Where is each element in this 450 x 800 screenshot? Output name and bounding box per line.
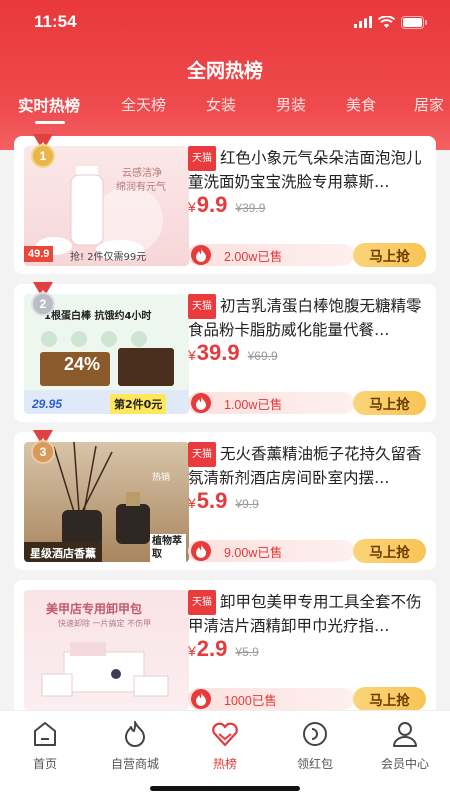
sold-bar: 9.00w已售 xyxy=(188,540,354,562)
image-text-b: 植物萃取 xyxy=(150,534,186,562)
medal-icon: 1 xyxy=(31,144,55,168)
sold-bar: 2.00w已售 xyxy=(188,244,354,266)
medal-icon: 2 xyxy=(31,292,55,316)
product-title-text: 无火香薰精油栀子花持久留香氛清新剂酒店房间卧室内摆… xyxy=(188,445,422,487)
sold-count: 1000已售 xyxy=(224,693,277,708)
tabbar-item-mall[interactable]: 自营商城 xyxy=(95,719,175,772)
home-icon xyxy=(34,722,56,746)
sold-count: 9.00w已售 xyxy=(224,545,283,560)
tmall-badge: 天猫 xyxy=(188,146,216,171)
tabbar-label: 会员中心 xyxy=(380,757,429,771)
product-image[interactable]: 美甲店专用卸甲包 快速卸除 一片搞定 不伤甲 xyxy=(24,590,189,710)
status-time: 11:54 xyxy=(34,12,77,31)
home-indicator xyxy=(150,786,300,791)
product-title[interactable]: 天猫 卸甲包美甲专用工具全套不伤甲清洁片酒精卸甲巾光疗指… xyxy=(188,590,426,638)
product-price: 2.9 xyxy=(196,636,228,661)
image-caption: 第2件0元 xyxy=(110,394,167,414)
fire-icon xyxy=(191,245,211,265)
sold-bar: 1.00w已售 xyxy=(188,392,354,414)
price-row: ¥ 2.9 ¥5.9 xyxy=(188,636,259,662)
tab-all-day[interactable]: 全天榜 xyxy=(121,94,166,115)
buy-now-button[interactable]: 马上抢 xyxy=(353,391,426,415)
sold-bar: 1000已售 xyxy=(188,688,354,710)
fire-icon xyxy=(191,689,211,709)
product-title[interactable]: 天猫 无火香薰精油栀子花持久留香氛清新剂酒店房间卧室内摆… xyxy=(188,442,426,490)
product-card[interactable]: 热销 星级酒店香薰 植物萃取 3 天猫 无火香薰精油栀子花持久留香氛清新剂酒店房间… xyxy=(14,430,436,570)
flame-icon xyxy=(125,721,145,747)
tabbar-item-coupon[interactable]: 领红包 xyxy=(275,719,355,772)
buy-now-button[interactable]: 马上抢 xyxy=(353,687,426,711)
product-card[interactable]: 1根蛋白棒 抗饿约4小时 24% 29.95 第2件0元 2 天猫 初吉乳清蛋白棒… xyxy=(14,282,436,422)
image-text-a: 云感洁净 xyxy=(122,168,162,179)
price-row: ¥ 9.9 ¥39.9 xyxy=(188,192,265,218)
tab-active-indicator xyxy=(35,121,65,124)
product-card[interactable]: 美甲店专用卸甲包 快速卸除 一片搞定 不伤甲 天猫 卸甲包美甲专用工具全套不伤甲清… xyxy=(14,580,436,718)
medal-icon: 3 xyxy=(31,440,55,464)
sold-count: 1.00w已售 xyxy=(224,397,283,412)
currency-symbol: ¥ xyxy=(188,643,196,659)
coupon-icon xyxy=(303,722,327,746)
product-price: 39.9 xyxy=(196,340,240,365)
tabbar-label: 热榜 xyxy=(212,757,237,771)
battery-icon xyxy=(401,15,427,29)
tabbar-item-hot[interactable]: 热榜 xyxy=(185,719,265,772)
wifi-icon xyxy=(378,16,395,28)
original-price: ¥9.9 xyxy=(235,497,259,511)
category-tabs: 实时热榜 全天榜 女装 男装 美食 居家 xyxy=(0,94,450,126)
currency-symbol: ¥ xyxy=(188,199,196,215)
image-caption: 抢! 2件仅需99元 xyxy=(70,252,147,263)
buy-now-button[interactable]: 马上抢 xyxy=(353,243,426,267)
product-price: 5.9 xyxy=(196,488,228,513)
rank-badge: 2 xyxy=(30,282,56,318)
image-text-b: 绵润有元气 xyxy=(116,182,166,193)
image-caption: 星级酒店香薰 xyxy=(24,542,102,562)
image-price-tag: 49.9 xyxy=(24,246,54,262)
tabbar-label: 领红包 xyxy=(296,757,333,771)
original-price: ¥39.9 xyxy=(235,201,266,215)
image-text-a: 热销 xyxy=(152,473,171,483)
tab-realtime[interactable]: 实时热榜 xyxy=(18,94,80,116)
product-title-text: 红色小象元气朵朵洁面泡泡儿童洗面奶宝宝洗脸专用慕斯… xyxy=(188,149,422,191)
tabbar-label: 自营商城 xyxy=(110,757,159,771)
product-title-text: 初吉乳清蛋白棒饱腹无糖精零食品粉卡脂肪威化能量代餐… xyxy=(188,297,422,339)
tmall-badge: 天猫 xyxy=(188,294,216,319)
fire-icon xyxy=(191,541,211,561)
original-price: ¥69.9 xyxy=(247,349,278,363)
tab-womens[interactable]: 女装 xyxy=(206,94,236,115)
price-row: ¥ 39.9 ¥69.9 xyxy=(188,340,278,366)
buy-now-button[interactable]: 马上抢 xyxy=(353,539,426,563)
product-title[interactable]: 天猫 初吉乳清蛋白棒饱腹无糖精零食品粉卡脂肪威化能量代餐… xyxy=(188,294,426,342)
original-price: ¥5.9 xyxy=(235,645,259,659)
tmall-badge: 天猫 xyxy=(188,442,216,467)
person-icon xyxy=(393,722,417,747)
status-bar: 11:54 xyxy=(0,0,450,44)
currency-symbol: ¥ xyxy=(188,347,196,363)
signal-icon xyxy=(354,16,372,28)
heart-icon xyxy=(212,722,238,747)
tab-food[interactable]: 美食 xyxy=(346,94,376,115)
image-price-tag: 29.95 xyxy=(32,397,63,411)
tab-home[interactable]: 居家 xyxy=(414,94,444,115)
tabbar-label: 首页 xyxy=(32,757,57,771)
tabbar-item-member[interactable]: 会员中心 xyxy=(365,719,445,772)
status-icons xyxy=(354,15,428,29)
rank-badge: 3 xyxy=(30,430,56,466)
page-title: 全网热榜 xyxy=(186,60,263,82)
product-card[interactable]: 云感洁净 绵润有元气 49.9 抢! 2件仅需99元 1 天猫 红色小象元气朵朵洁… xyxy=(14,134,436,274)
rank-badge: 1 xyxy=(30,134,56,170)
product-title[interactable]: 天猫 红色小象元气朵朵洁面泡泡儿童洗面奶宝宝洗脸专用慕斯… xyxy=(188,146,426,194)
tabbar-item-home[interactable]: 首页 xyxy=(5,719,85,772)
fire-icon xyxy=(191,393,211,413)
remover-pack-illustration xyxy=(41,642,169,697)
product-price: 9.9 xyxy=(196,192,228,217)
sold-count: 2.00w已售 xyxy=(224,249,283,264)
currency-symbol: ¥ xyxy=(188,495,196,511)
image-text-b: 24% xyxy=(64,354,101,374)
tmall-badge: 天猫 xyxy=(188,590,216,615)
price-row: ¥ 5.9 ¥9.9 xyxy=(188,488,259,514)
tab-mens[interactable]: 男装 xyxy=(276,94,306,115)
product-title-text: 卸甲包美甲专用工具全套不伤甲清洁片酒精卸甲巾光疗指… xyxy=(188,593,422,635)
